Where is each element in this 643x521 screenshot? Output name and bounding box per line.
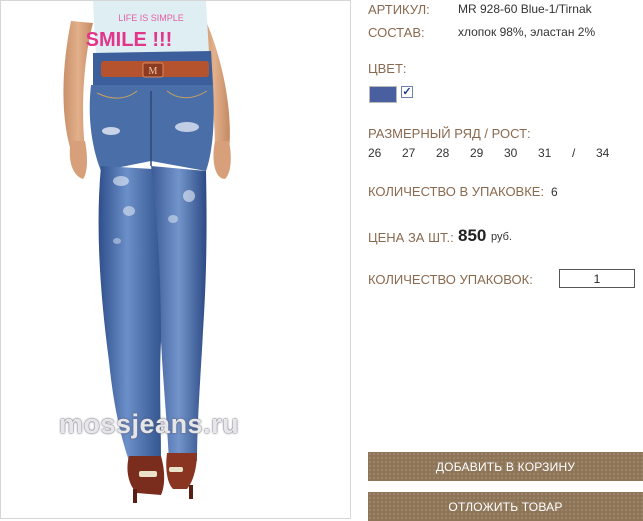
- size-item[interactable]: 30: [504, 146, 517, 160]
- size-item[interactable]: 34: [596, 146, 609, 160]
- size-item[interactable]: 31: [538, 146, 551, 160]
- price-currency: руб.: [491, 231, 512, 243]
- size-item[interactable]: 28: [436, 146, 449, 160]
- pack-quantity-value: 6: [551, 185, 558, 199]
- color-swatch[interactable]: [369, 86, 397, 103]
- belt-buckle-mark: M: [149, 66, 158, 77]
- packs-count-label: КОЛИЧЕСТВО УПАКОВОК:: [368, 272, 533, 287]
- color-checkbox[interactable]: ✓: [401, 86, 413, 98]
- shirt-print: SMILE !!!: [86, 29, 173, 51]
- composition-label: СОСТАВ:: [368, 25, 425, 40]
- color-label: ЦВЕТ:: [368, 61, 407, 76]
- size-item[interactable]: 27: [402, 146, 415, 160]
- postpone-item-button[interactable]: ОТЛОЖИТЬ ТОВАР: [368, 492, 643, 521]
- packs-count-input[interactable]: [559, 269, 635, 288]
- size-item[interactable]: 26: [368, 146, 381, 160]
- watermark-text: mossjeans.ru: [59, 409, 240, 439]
- article-label: АРТИКУЛ:: [368, 2, 430, 17]
- price-value: 850: [458, 226, 487, 245]
- size-range-label: РАЗМЕРНЫЙ РЯД / РОСТ:: [368, 126, 531, 141]
- shirt-print-top: LIFE IS SIMPLE: [118, 13, 184, 23]
- pack-quantity-label: КОЛИЧЕСТВО В УПАКОВКЕ:: [368, 184, 545, 199]
- size-separator: /: [572, 146, 576, 160]
- jeans-model-image: LIFE IS SIMPLE SMILE !!! M: [63, 1, 231, 503]
- add-to-cart-button[interactable]: ДОБАВИТЬ В КОРЗИНУ: [368, 452, 643, 481]
- article-value: MR 928-60 Blue-1/Tirnak: [458, 2, 592, 16]
- size-item[interactable]: 29: [470, 146, 483, 160]
- product-photo[interactable]: LIFE IS SIMPLE SMILE !!! M mossjeans.ru: [0, 0, 351, 519]
- composition-value: хлопок 98%, эластан 2%: [458, 25, 596, 39]
- price-label: ЦЕНА ЗА ШТ.:: [368, 230, 454, 245]
